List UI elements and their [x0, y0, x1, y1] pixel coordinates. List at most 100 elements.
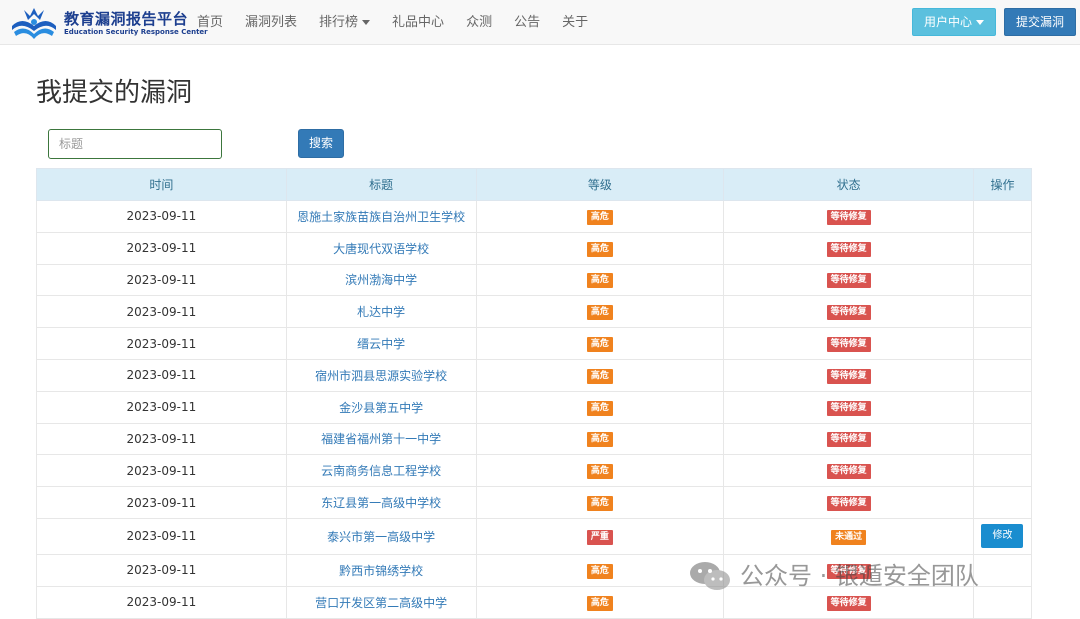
- cell-action: [972, 200, 1033, 233]
- chevron-down-icon: [976, 20, 984, 25]
- vuln-title-link[interactable]: 宿州市泗县思源实验学校: [315, 369, 447, 383]
- cell-status: 等待修复: [723, 358, 974, 392]
- submit-vuln-button[interactable]: 提交漏洞: [1004, 8, 1076, 36]
- cell-time: 2023-09-11: [36, 422, 287, 456]
- logo-book-icon: [12, 8, 56, 39]
- cell-title: 营口开发区第二高级中学: [285, 585, 477, 619]
- vuln-table: 时间 标题 等级 状态 操作 2023-09-11 恩施土家族苗族自治州卫生学校高…: [36, 168, 1033, 619]
- cell-title: 黔西市锦绣学校: [285, 553, 477, 587]
- vuln-title-link[interactable]: 泰兴市第一高级中学: [327, 530, 435, 544]
- status-badge: 等待修复: [826, 595, 871, 611]
- column-header-title: 标题: [285, 168, 477, 201]
- nav-ranking[interactable]: 排行榜: [308, 0, 381, 45]
- nav-announcement-label: 公告: [514, 15, 541, 30]
- cell-title: 缙云中学: [285, 327, 477, 360]
- vuln-title-link[interactable]: 金沙县第五中学: [339, 401, 423, 415]
- vuln-title-link[interactable]: 札达中学: [357, 305, 405, 319]
- table-row: 2023-09-11 泰兴市第一高级中学 严重 未通过 修改: [36, 517, 1033, 555]
- cell-status: 等待修复: [723, 200, 974, 233]
- cell-level: 高危: [475, 585, 725, 619]
- cell-status: 等待修复: [723, 486, 974, 519]
- column-header-action: 操作: [972, 168, 1033, 201]
- table-row: 2023-09-11 札达中学 高危 等待修复: [36, 295, 1033, 329]
- vuln-title-link[interactable]: 福建省福州第十一中学: [321, 432, 441, 446]
- cell-time: 2023-09-11: [36, 231, 287, 265]
- column-header-time: 时间: [36, 168, 287, 201]
- cell-status: 等待修复: [723, 263, 974, 297]
- cell-time: 2023-09-11: [36, 517, 287, 555]
- cell-title: 宿州市泗县思源实验学校: [285, 358, 477, 392]
- level-badge: 高危: [586, 241, 613, 257]
- cell-level: 高危: [475, 422, 725, 456]
- vuln-title-link[interactable]: 恩施土家族苗族自治州卫生学校: [297, 210, 465, 224]
- cell-status: 等待修复: [723, 422, 974, 456]
- cell-action: [972, 327, 1033, 360]
- nav-gift-center-label: 礼品中心: [392, 15, 445, 30]
- vuln-title-link[interactable]: 大唐现代双语学校: [333, 242, 429, 256]
- vuln-title-link[interactable]: 黔西市锦绣学校: [339, 564, 423, 578]
- level-badge: 高危: [586, 273, 613, 289]
- nav-home[interactable]: 首页: [186, 0, 234, 45]
- edit-button[interactable]: 修改: [981, 524, 1024, 549]
- cell-title: 东辽县第一高级中学校: [285, 486, 477, 519]
- vuln-title-link[interactable]: 滨州渤海中学: [345, 273, 417, 287]
- table-row: 2023-09-11 大唐现代双语学校 高危 等待修复: [36, 231, 1033, 265]
- status-badge: 等待修复: [826, 209, 871, 225]
- cell-title: 福建省福州第十一中学: [285, 422, 477, 456]
- vuln-title-link[interactable]: 东辽县第一高级中学校: [321, 496, 441, 510]
- cell-title: 泰兴市第一高级中学: [285, 517, 477, 555]
- status-badge: 等待修复: [826, 432, 871, 448]
- cell-action: [972, 358, 1033, 392]
- column-header-level: 等级: [475, 168, 725, 201]
- cell-action: 修改: [972, 517, 1033, 555]
- cell-time: 2023-09-11: [36, 390, 287, 424]
- cell-level: 高危: [475, 358, 725, 392]
- vuln-title-link[interactable]: 云南商务信息工程学校: [321, 464, 441, 478]
- cell-level: 高危: [475, 327, 725, 360]
- cell-action: [972, 263, 1033, 297]
- level-badge: 高危: [586, 400, 613, 416]
- nav-ranking-label: 排行榜: [319, 15, 359, 30]
- cell-time: 2023-09-11: [36, 200, 287, 233]
- cell-time: 2023-09-11: [36, 358, 287, 392]
- cell-level: 高危: [475, 200, 725, 233]
- level-badge: 高危: [586, 595, 613, 611]
- vuln-title-link[interactable]: 营口开发区第二高级中学: [315, 596, 447, 610]
- status-badge: 未通过: [831, 529, 867, 545]
- cell-action: [972, 486, 1033, 519]
- table-row: 2023-09-11 东辽县第一高级中学校 高危 等待修复: [36, 486, 1033, 519]
- level-badge: 高危: [586, 563, 613, 579]
- cell-time: 2023-09-11: [36, 585, 287, 619]
- user-center-label: 用户中心: [923, 15, 972, 29]
- vuln-title-link[interactable]: 缙云中学: [357, 337, 405, 351]
- cell-status: 等待修复: [723, 454, 974, 488]
- status-badge: 等待修复: [826, 273, 871, 289]
- nav-about[interactable]: 关于: [551, 0, 599, 45]
- level-badge: 高危: [586, 305, 613, 321]
- site-logo[interactable]: 教育漏洞报告平台 Education Security Response Cen…: [8, 4, 208, 42]
- watermark-text: 公众号 · 银遁安全团队: [740, 562, 979, 590]
- search-button[interactable]: 搜索: [298, 129, 344, 158]
- table-row: 2023-09-11 云南商务信息工程学校 高危 等待修复: [36, 454, 1033, 488]
- cell-level: 高危: [475, 486, 725, 519]
- table-row: 2023-09-11 福建省福州第十一中学 高危 等待修复: [36, 422, 1033, 456]
- nav-vuln-list[interactable]: 漏洞列表: [234, 0, 308, 45]
- level-badge: 高危: [586, 464, 613, 480]
- search-input[interactable]: [48, 129, 222, 159]
- cell-action: [972, 295, 1033, 329]
- cell-level: 高危: [475, 390, 725, 424]
- nav-crowdtest[interactable]: 众测: [455, 0, 503, 45]
- watermark: 公众号 · 银遁安全团队: [688, 558, 1058, 594]
- cell-status: 未通过: [723, 517, 974, 555]
- top-navbar: 教育漏洞报告平台 Education Security Response Cen…: [0, 0, 1080, 45]
- page-title: 我提交的漏洞: [36, 78, 193, 108]
- status-badge: 等待修复: [826, 241, 871, 257]
- table-row: 2023-09-11 宿州市泗县思源实验学校 高危 等待修复: [36, 358, 1033, 392]
- cell-time: 2023-09-11: [36, 486, 287, 519]
- user-center-button[interactable]: 用户中心: [912, 8, 996, 36]
- nav-announcement[interactable]: 公告: [503, 0, 551, 45]
- brand-title: 教育漏洞报告平台: [64, 10, 189, 28]
- nav-gift-center[interactable]: 礼品中心: [381, 0, 455, 45]
- level-badge: 高危: [586, 368, 613, 384]
- nav-crowdtest-label: 众测: [466, 15, 493, 30]
